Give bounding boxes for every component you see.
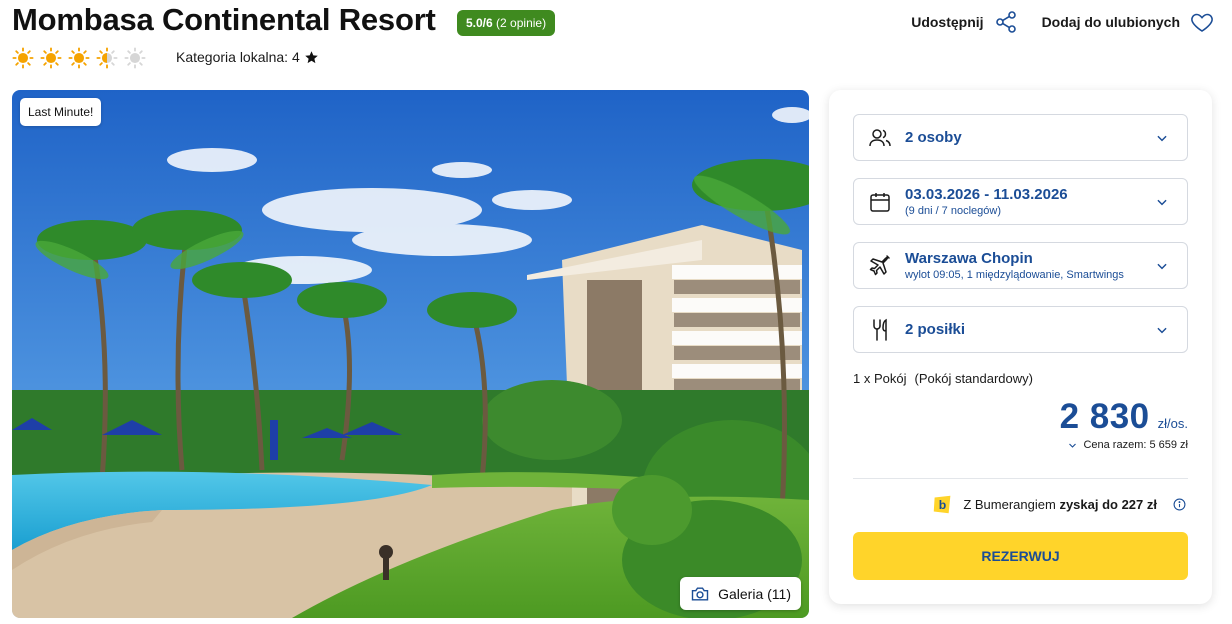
calendar-icon <box>870 192 890 212</box>
share-label: Udostępnij <box>911 14 984 30</box>
booking-panel: 2 osoby 03.03.2026 - 11.03.2026 (9 dni /… <box>829 90 1212 604</box>
room-quantity: 1 x Pokój <box>853 371 907 386</box>
room-info: 1 x Pokój (Pokój standardowy) <box>853 371 1033 386</box>
price-amount: 2 830 <box>1059 397 1150 436</box>
sun-rating <box>12 47 146 69</box>
favorite-button[interactable]: Dodaj do ulubionych <box>1042 10 1214 34</box>
chevron-down-icon <box>1069 443 1077 448</box>
bumerang-amount: zyskaj do 227 zł <box>1059 497 1157 512</box>
chevron-down-icon <box>1157 263 1167 269</box>
cutlery-icon <box>873 318 887 341</box>
category-label: Kategoria lokalna: 4 <box>176 49 300 65</box>
divider <box>853 478 1188 479</box>
share-button[interactable]: Udostępnij <box>911 10 1017 34</box>
sun-icon <box>12 47 34 69</box>
departure-value: Warszawa Chopin <box>905 250 1033 267</box>
svg-text:b: b <box>939 498 946 512</box>
hotel-title: Mombasa Continental Resort <box>12 2 436 37</box>
users-icon <box>869 128 891 146</box>
meals-select[interactable]: 2 posiłki <box>853 306 1188 353</box>
bumerang-promo: b Z Bumerangiem zyskaj do 227 zł <box>932 494 1186 515</box>
camera-icon <box>691 586 709 601</box>
share-icon <box>995 11 1016 33</box>
chevron-down-icon <box>1157 199 1167 205</box>
chevron-down-icon <box>1157 327 1167 333</box>
header-actions: Udostępnij Dodaj do ulubionych <box>911 10 1214 34</box>
departure-select[interactable]: Warszawa Chopin wylot 09:05, 1 międzyląd… <box>853 242 1188 289</box>
travelers-value: 2 osoby <box>905 129 962 146</box>
empty-sun-icon <box>124 47 146 69</box>
dates-duration: (9 dni / 7 noclegów) <box>905 205 1001 217</box>
rating-badge[interactable]: 5.0/6 (2 opinie) <box>457 10 556 36</box>
dates-value: 03.03.2026 - 11.03.2026 <box>905 186 1068 203</box>
half-sun-icon <box>96 47 118 69</box>
gallery-button[interactable]: Galeria (11) <box>680 577 801 610</box>
star-icon <box>305 50 318 63</box>
sun-icon <box>40 47 62 69</box>
hotel-photo[interactable]: Last Minute! Galeria (11) <box>12 90 809 618</box>
local-category: Kategoria lokalna: 4 <box>176 49 319 65</box>
departure-details: wylot 09:05, 1 międzylądowanie, Smartwin… <box>905 269 1124 281</box>
price-per-person: 2 830 zł/os. <box>1060 397 1188 437</box>
last-minute-badge: Last Minute! <box>20 98 102 126</box>
total-price-label: Cena razem: 5 659 zł <box>1083 439 1188 451</box>
room-type: (Pokój standardowy) <box>914 371 1033 386</box>
travelers-select[interactable]: 2 osoby <box>853 114 1188 161</box>
info-icon[interactable] <box>1173 498 1186 511</box>
dates-select[interactable]: 03.03.2026 - 11.03.2026 (9 dni / 7 nocle… <box>853 178 1188 225</box>
total-price-toggle[interactable]: Cena razem: 5 659 zł <box>1068 439 1188 451</box>
resort-photo-illustration <box>12 90 809 618</box>
rating-score: 5.0/6 <box>466 16 493 30</box>
plane-icon <box>869 254 890 275</box>
meals-value: 2 posiłki <box>905 321 966 338</box>
favorite-label: Dodaj do ulubionych <box>1041 14 1180 30</box>
price-unit: zł/os. <box>1157 416 1188 431</box>
rating-count: (2 opinie) <box>496 16 547 30</box>
gallery-label: Galeria (11) <box>718 585 791 602</box>
chevron-down-icon <box>1157 135 1167 141</box>
sun-icon <box>68 47 90 69</box>
bumerang-prefix: Z Bumerangiem <box>963 497 1056 512</box>
heart-icon <box>1191 13 1213 32</box>
reserve-button[interactable]: REZERWUJ <box>853 532 1188 580</box>
bumerang-logo-icon: b <box>934 495 951 514</box>
